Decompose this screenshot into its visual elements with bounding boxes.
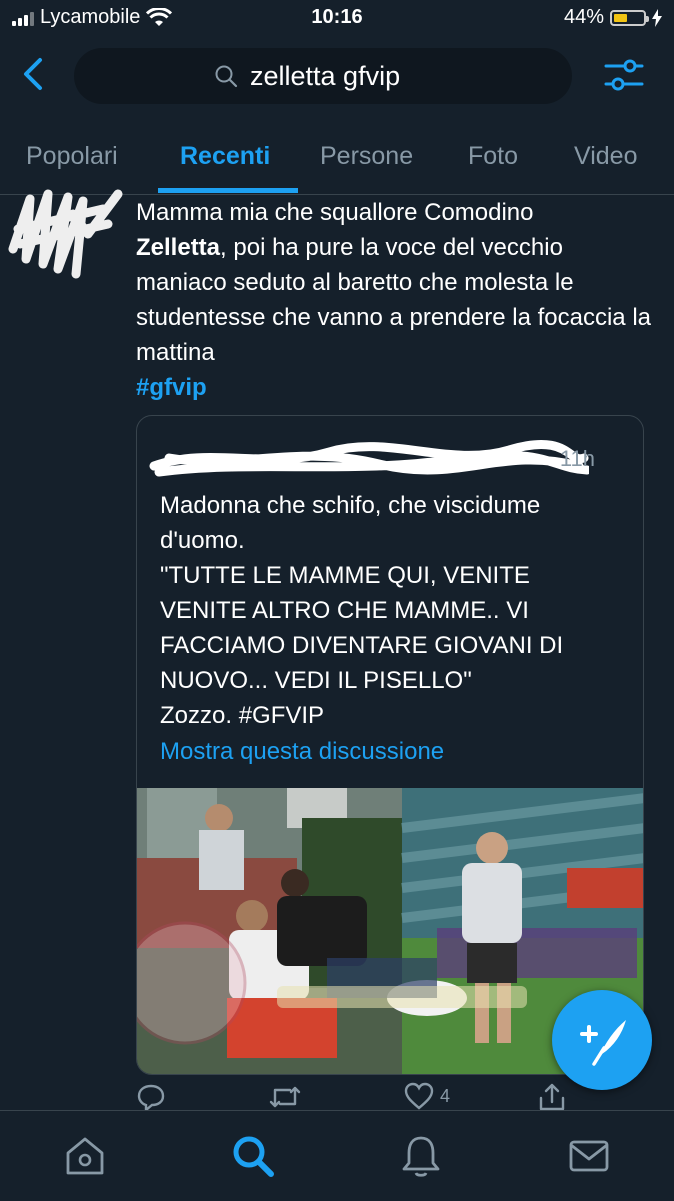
nav-messages[interactable] (566, 1133, 612, 1179)
like-button[interactable]: 4 (404, 1082, 450, 1110)
tab-video[interactable]: Video (574, 142, 638, 171)
home-icon (66, 1137, 104, 1175)
tab-popolari[interactable]: Popolari (26, 142, 118, 171)
reply-icon (137, 1084, 165, 1112)
tab-recenti[interactable]: Recenti (180, 142, 270, 171)
search-icon (233, 1136, 274, 1177)
mention-word: Zelletta (136, 234, 221, 261)
hashtag-link[interactable]: #gfvip (136, 370, 656, 405)
compose-tweet-button[interactable] (552, 990, 652, 1090)
search-icon (215, 65, 238, 88)
quoted-tweet-time: 11h (559, 446, 595, 471)
quoted-tweet-header: 11h (137, 438, 643, 478)
quoted-tweet[interactable]: 11h Madonna che schifo, che viscidume d'… (136, 415, 644, 1075)
reply-button[interactable] (136, 1082, 172, 1112)
active-tab-indicator (158, 188, 298, 193)
tab-foto[interactable]: Foto (468, 142, 518, 171)
like-count: 4 (440, 1085, 451, 1106)
quoted-line: d'uomo. (160, 527, 245, 554)
chevron-left-icon (24, 58, 42, 90)
nav-notifications[interactable] (398, 1133, 444, 1179)
retweet-icon (269, 1086, 301, 1108)
quoted-tweet-text: Madonna che schifo, che viscidume d'uomo… (160, 488, 630, 733)
battery-icon (610, 9, 649, 26)
sliders-icon (604, 59, 644, 91)
quoted-line: Zozzo. #GFVIP (160, 702, 325, 729)
status-right: 44% (564, 6, 662, 29)
tweet-text-line-1: Mamma mia che squallore Comodino (136, 199, 534, 226)
avatar[interactable] (8, 189, 126, 285)
bell-icon (402, 1136, 440, 1177)
battery-percent: 44% (563, 6, 604, 28)
search-tabs: Popolari Recenti Persone Foto Video (0, 132, 674, 195)
quoted-line: VENITE ALTRO CHE MAMME.. VI (160, 597, 529, 624)
search-header (0, 44, 674, 106)
filter-button[interactable] (604, 56, 644, 94)
quoted-line: Madonna che schifo, che viscidume (160, 492, 541, 519)
search-input[interactable] (248, 59, 432, 93)
tweet-text: Mamma mia che squallore Comodino Zellett… (136, 195, 656, 405)
retweet-button[interactable] (268, 1082, 308, 1112)
search-field[interactable] (74, 48, 572, 104)
tab-persone[interactable]: Persone (320, 142, 413, 171)
charging-icon (652, 8, 662, 27)
status-bar: Lycamobile 10:16 44% (0, 0, 674, 38)
show-thread-link[interactable]: Mostra questa discussione (160, 738, 444, 766)
back-button[interactable] (16, 54, 56, 94)
bottom-navigation (0, 1110, 674, 1201)
quoted-line: "TUTTE LE MAMME QUI, VENITE (160, 562, 530, 589)
redacted-username (149, 440, 589, 477)
quoted-line: NUOVO... VEDI IL PISELLO" (160, 667, 472, 694)
heart-icon (404, 1082, 434, 1110)
quoted-line: FACCIAMO DIVENTARE GIOVANI DI (160, 632, 564, 659)
nav-home[interactable] (62, 1133, 108, 1179)
compose-feather-icon (580, 1020, 626, 1066)
mail-icon (569, 1140, 609, 1172)
nav-search[interactable] (230, 1133, 276, 1179)
